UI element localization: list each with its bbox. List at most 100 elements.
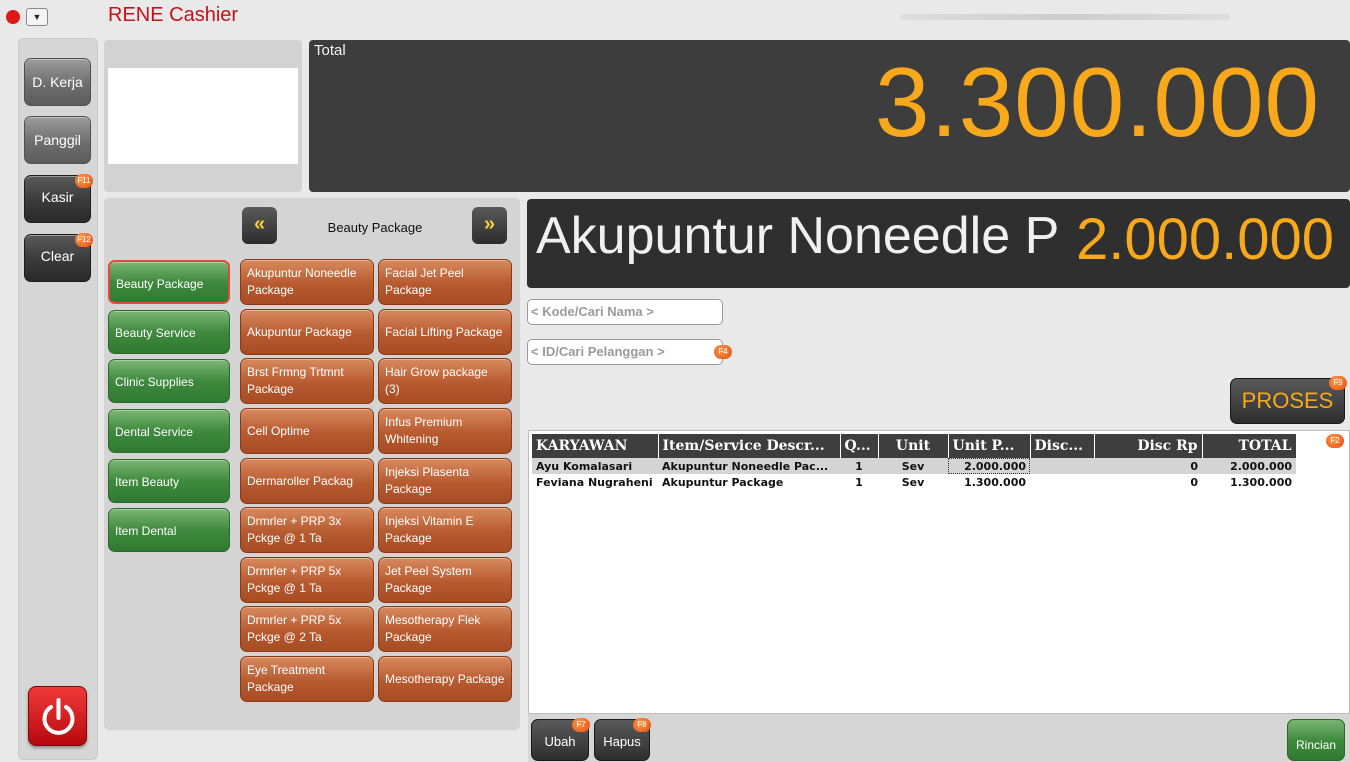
package-label: Drmrler + PRP 3x Pckge @ 1 Ta bbox=[247, 514, 342, 545]
category-beauty-package[interactable]: Beauty Package bbox=[108, 260, 230, 304]
ubah-button[interactable]: Ubah F7 bbox=[531, 718, 590, 761]
package-button[interactable]: Injeksi Vitamin E Package bbox=[378, 507, 512, 553]
category-clinic-supplies[interactable]: Clinic Supplies bbox=[108, 359, 230, 403]
package-button[interactable]: Akupuntur Package bbox=[240, 309, 374, 355]
column-header[interactable]: Unit P... bbox=[948, 434, 1031, 458]
ubah-label: Ubah bbox=[544, 734, 576, 749]
package-button[interactable]: Cell Optime bbox=[240, 408, 374, 454]
column-header[interactable]: Disc Rp bbox=[1094, 434, 1203, 458]
panggil-button[interactable]: Panggil bbox=[24, 116, 91, 164]
f7-key-badge: F7 bbox=[572, 718, 590, 732]
package-button[interactable]: Jet Peel System Package bbox=[378, 557, 512, 603]
table-row[interactable]: Feviana Nugraheni Akupuntur Package 1 Se… bbox=[532, 474, 1296, 490]
bottom-toolbar bbox=[528, 714, 1350, 762]
chevron-down-icon: ▼ bbox=[32, 12, 42, 22]
cell-total: 2.000.000 bbox=[1202, 458, 1296, 474]
window-close-icon[interactable] bbox=[6, 10, 20, 24]
package-label: Brst Frmng Trtmnt Package bbox=[247, 365, 344, 396]
cell-karyawan: Feviana Nugraheni bbox=[536, 475, 653, 489]
customer-search-input[interactable]: < ID/Cari Pelanggan > bbox=[527, 339, 723, 365]
prev-page-button[interactable]: « bbox=[242, 207, 277, 244]
cell-total: 1.300.000 bbox=[1230, 475, 1292, 489]
category-beauty-service[interactable]: Beauty Service bbox=[108, 310, 230, 354]
package-button[interactable]: Facial Lifting Package bbox=[378, 309, 512, 355]
package-button[interactable]: Hair Grow package (3) bbox=[378, 358, 512, 404]
cell-unit-price: 1.300.000 bbox=[964, 475, 1026, 489]
package-label: Injeksi Plasenta Package bbox=[385, 465, 470, 496]
package-button[interactable]: Brst Frmng Trtmnt Package bbox=[240, 358, 374, 404]
package-button[interactable]: Drmrler + PRP 5x Pckge @ 2 Ta bbox=[240, 606, 374, 652]
proses-button[interactable]: PROSES F9 bbox=[1230, 376, 1347, 424]
package-label: Eye Treatment Package bbox=[247, 663, 326, 694]
package-label: Mesotherapy Flek Package bbox=[385, 613, 481, 644]
clear-button[interactable]: Clear F12 bbox=[24, 233, 93, 282]
f2-key-badge: F2 bbox=[1326, 434, 1344, 448]
column-header[interactable]: KARYAWAN bbox=[532, 434, 659, 458]
package-button[interactable]: Mesotherapy Flek Package bbox=[378, 606, 512, 652]
package-label: Akupuntur Package bbox=[247, 324, 352, 339]
cell-karyawan: Ayu Komalasari bbox=[532, 458, 658, 474]
cell-disc bbox=[1030, 474, 1094, 490]
total-label: Total bbox=[314, 42, 346, 59]
package-button[interactable]: Drmrler + PRP 3x Pckge @ 1 Ta bbox=[240, 507, 374, 553]
transaction-table: KARYAWAN Item/Service Descr... Q... Unit… bbox=[532, 434, 1297, 490]
cell-disc bbox=[1030, 458, 1094, 474]
cell-disc-rp: 0 bbox=[1094, 458, 1202, 474]
column-header[interactable]: Q... bbox=[840, 434, 879, 458]
f9-key-badge: F9 bbox=[1329, 376, 1347, 390]
rincian-button[interactable]: Rincian bbox=[1287, 719, 1345, 761]
current-category-title: Beauty Package bbox=[327, 220, 423, 235]
table-row[interactable]: Ayu Komalasari Akupuntur Noneedle Pac...… bbox=[532, 458, 1296, 474]
d-kerja-button[interactable]: D. Kerja bbox=[24, 58, 91, 106]
proses-label: PROSES bbox=[1241, 388, 1334, 413]
power-icon bbox=[42, 698, 75, 735]
column-header[interactable]: Unit bbox=[878, 434, 949, 458]
package-button[interactable]: Eye Treatment Package bbox=[240, 656, 374, 702]
package-button[interactable]: Infus Premium Whitening bbox=[378, 408, 512, 454]
package-label: Hair Grow package (3) bbox=[385, 365, 488, 396]
package-button[interactable]: Dermaroller Packag bbox=[240, 458, 374, 504]
package-label: Infus Premium Whitening bbox=[385, 415, 463, 446]
package-button[interactable]: Mesotherapy Package bbox=[378, 656, 512, 702]
package-label: Dermaroller Packag bbox=[247, 473, 354, 488]
title-bar-info bbox=[900, 14, 1230, 20]
f4-key-badge: F4 bbox=[714, 345, 732, 359]
code-search-input[interactable]: < Kode/Cari Nama > bbox=[527, 299, 723, 325]
panggil-label: Panggil bbox=[34, 132, 81, 148]
cell-item: Akupuntur Package bbox=[662, 475, 784, 489]
next-page-button[interactable]: » bbox=[472, 207, 507, 244]
f8-key-badge: F8 bbox=[633, 718, 651, 732]
total-value: 3.300.000 bbox=[875, 47, 1320, 157]
category-item-dental[interactable]: Item Dental bbox=[108, 508, 230, 552]
cell-disc-rp: 0 bbox=[1190, 475, 1198, 489]
power-button[interactable] bbox=[28, 686, 87, 746]
package-button[interactable]: Drmrler + PRP 5x Pckge @ 1 Ta bbox=[240, 557, 374, 603]
package-label: Cell Optime bbox=[247, 423, 310, 438]
app-title: RENE Cashier bbox=[108, 4, 239, 26]
cell-unit: Sev bbox=[901, 475, 925, 489]
kasir-label: Kasir bbox=[41, 189, 74, 205]
column-header[interactable]: Item/Service Descr... bbox=[658, 434, 841, 458]
category-dental-service[interactable]: Dental Service bbox=[108, 409, 230, 453]
package-label: Facial Jet Peel Package bbox=[385, 266, 464, 297]
current-item-price: 2.000.000 bbox=[1075, 207, 1334, 272]
hapus-label: Hapus bbox=[603, 734, 641, 749]
package-button[interactable]: Akupuntur Noneedle Package bbox=[240, 259, 374, 305]
package-button[interactable]: Facial Jet Peel Package bbox=[378, 259, 512, 305]
column-header[interactable]: TOTAL bbox=[1202, 434, 1297, 458]
category-item-beauty[interactable]: Item Beauty bbox=[108, 459, 230, 503]
package-label: Drmrler + PRP 5x Pckge @ 2 Ta bbox=[247, 613, 342, 644]
package-button[interactable]: Injeksi Plasenta Package bbox=[378, 458, 512, 504]
package-label: Drmrler + PRP 5x Pckge @ 1 Ta bbox=[247, 564, 342, 595]
d-kerja-label: D. Kerja bbox=[32, 74, 83, 90]
f11-key-badge: F11 bbox=[75, 174, 93, 188]
cell-item: Akupuntur Noneedle Pac... bbox=[658, 458, 840, 474]
f12-key-badge: F12 bbox=[75, 233, 93, 247]
cell-unit: Sev bbox=[878, 458, 948, 474]
hapus-button[interactable]: Hapus F8 bbox=[594, 718, 651, 761]
package-label: Jet Peel System Package bbox=[385, 564, 472, 595]
window-menu-dropdown[interactable]: ▼ bbox=[26, 8, 48, 26]
column-header[interactable]: Disc... bbox=[1030, 434, 1095, 458]
kasir-button[interactable]: Kasir F11 bbox=[24, 174, 93, 223]
package-label: Akupuntur Noneedle Package bbox=[247, 266, 357, 297]
